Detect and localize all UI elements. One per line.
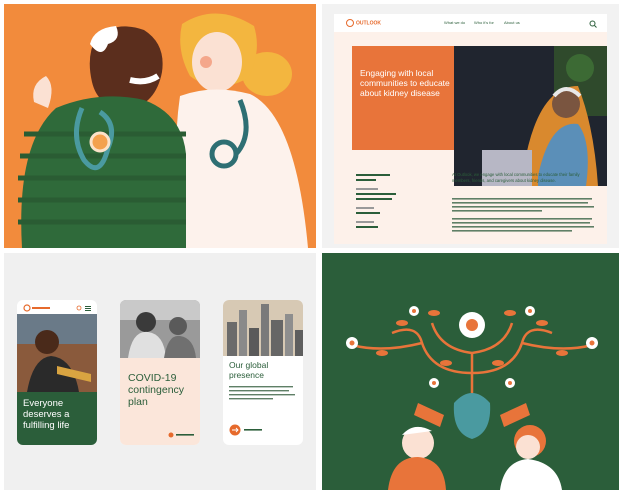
card3-title: Our global presence	[229, 360, 269, 380]
patient-nurse-illustration	[18, 13, 308, 248]
hero-photo	[454, 46, 607, 186]
nav-item-who-its-for[interactable]: Who it's for	[474, 20, 494, 25]
search-icon[interactable]	[589, 20, 597, 28]
illustration-patient-nurse	[4, 4, 316, 248]
hero-title: Engaging with local communities to educa…	[360, 68, 450, 98]
mobile-header	[23, 304, 91, 312]
trumpet-player-photo	[17, 314, 97, 392]
card2-title: COVID-19 contingency plan	[128, 372, 185, 408]
article-meta	[356, 172, 416, 234]
nav-item-about-us[interactable]: About us	[504, 20, 520, 25]
nav-item-what-we-do[interactable]: What we do	[444, 20, 465, 25]
mobile-card-covid-plan[interactable]: COVID-19 contingency plan	[120, 300, 200, 445]
website-mockup-panel: OUTLOOK What we do Who it's for About us…	[322, 4, 619, 248]
site-logo[interactable]: OUTLOOK	[346, 19, 381, 27]
mobile-screens-panel: Everyone deserves a fulfilling life COVI…	[4, 253, 316, 490]
read-more-link[interactable]	[168, 432, 196, 438]
city-skyline-photo	[223, 300, 303, 356]
mobile-card-fulfilling-life[interactable]: Everyone deserves a fulfilling life	[17, 300, 97, 445]
arrow-icon[interactable]	[229, 424, 269, 436]
mobile-card-global-presence[interactable]: Our global presence	[223, 300, 303, 445]
body-text-lines	[452, 198, 594, 232]
card3-text-lines	[229, 386, 295, 400]
flower-icon	[459, 312, 485, 338]
woman-in-chair-photo	[454, 46, 607, 186]
illustration-growing-plant	[322, 253, 619, 490]
website-page: OUTLOOK What we do Who it's for About us…	[334, 14, 607, 244]
medical-staff-photo	[120, 300, 200, 358]
lead-paragraph: At Outlook, we engage with local communi…	[452, 172, 580, 183]
card1-title: Everyone deserves a fulfilling life	[23, 398, 70, 431]
plant-watering-illustration	[346, 306, 598, 490]
site-navbar: OUTLOOK What we do Who it's for About us	[334, 14, 607, 32]
hero-text-box: Engaging with local communities to educa…	[352, 46, 454, 150]
